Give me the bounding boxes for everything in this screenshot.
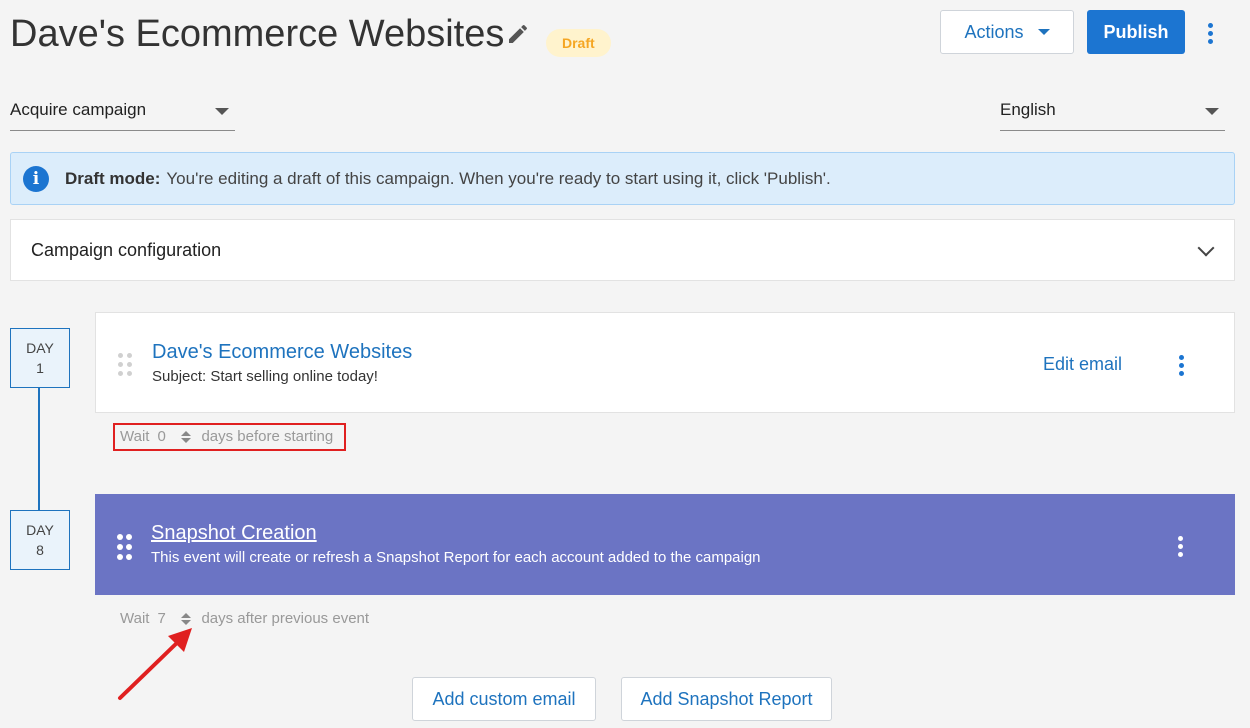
annotation-highlight-box — [113, 423, 346, 451]
timeline-connector — [38, 388, 40, 510]
actions-label: Actions — [964, 21, 1024, 42]
drag-handle-icon[interactable] — [117, 534, 132, 560]
email-event-card: Dave's Ecommerce Websites Subject: Start… — [95, 312, 1235, 413]
chevron-down-icon — [1197, 239, 1215, 257]
caret-down-icon — [1205, 108, 1219, 115]
email-title-link[interactable]: Dave's Ecommerce Websites — [152, 341, 412, 364]
wait-suffix: days after previous event — [201, 610, 370, 627]
language-value: English — [1000, 100, 1056, 119]
drag-handle-icon[interactable] — [118, 353, 133, 376]
campaign-type-value: Acquire campaign — [10, 100, 147, 119]
add-snapshot-report-button[interactable]: Add Snapshot Report — [621, 677, 832, 721]
annotation-arrow — [118, 628, 192, 700]
banner-text: You're editing a draft of this campaign.… — [166, 168, 831, 188]
snapshot-event-card: Snapshot Creation This event will create… — [95, 494, 1235, 595]
caret-down-icon — [215, 108, 229, 115]
kebab-menu-icon[interactable] — [1200, 18, 1220, 48]
banner-bold-label: Draft mode: — [65, 168, 161, 188]
info-icon: i — [23, 165, 49, 192]
kebab-menu-icon[interactable] — [1170, 532, 1190, 560]
publish-button[interactable]: Publish — [1087, 10, 1185, 54]
day-marker: DAY 1 — [10, 328, 70, 388]
day-number: 1 — [36, 360, 44, 376]
day-label: DAY — [26, 522, 54, 538]
day-marker: DAY 8 — [10, 510, 70, 570]
pencil-icon[interactable] — [506, 22, 530, 46]
snapshot-title-link[interactable]: Snapshot Creation — [151, 522, 317, 545]
add-custom-email-button[interactable]: Add custom email — [412, 677, 596, 721]
caret-down-icon — [1037, 29, 1050, 35]
campaign-configuration-label: Campaign configuration — [31, 239, 222, 260]
language-select[interactable]: English — [1000, 96, 1225, 131]
actions-button[interactable]: Actions — [940, 10, 1074, 54]
edit-email-button[interactable]: Edit email — [1043, 354, 1122, 375]
day-label: DAY — [26, 340, 54, 356]
status-badge: Draft — [546, 29, 611, 57]
campaign-configuration-accordion[interactable]: Campaign configuration — [10, 219, 1235, 281]
draft-mode-banner: i Draft mode: You're editing a draft of … — [10, 152, 1235, 205]
snapshot-description: This event will create or refresh a Snap… — [151, 549, 761, 566]
page-title: Dave's Ecommerce Websites — [10, 13, 505, 55]
kebab-menu-icon[interactable] — [1171, 351, 1191, 379]
campaign-type-select[interactable]: Acquire campaign — [10, 96, 235, 131]
day-number: 8 — [36, 542, 44, 558]
email-subject: Subject: Start selling online today! — [152, 368, 378, 385]
